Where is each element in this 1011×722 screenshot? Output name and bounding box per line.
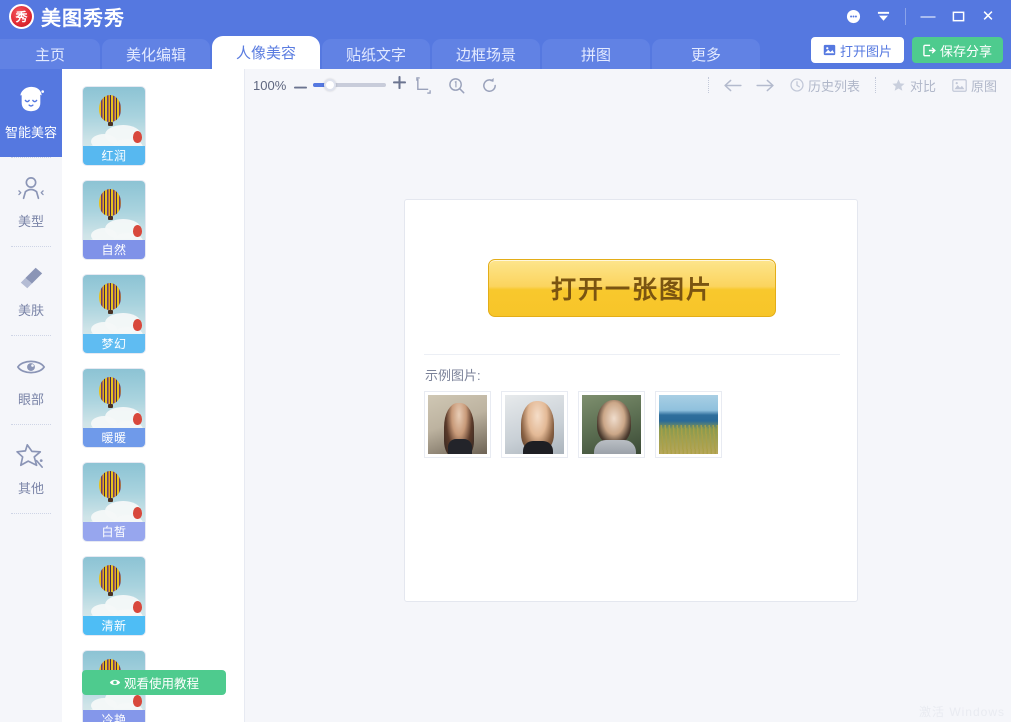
tab-bar: 主页 美化编辑 人像美容 贴纸文字 边框场景 拼图 更多 打开图片 保存分享 xyxy=(0,32,1011,69)
tab-home[interactable]: 主页 xyxy=(0,39,100,69)
tab-portrait-beauty[interactable]: 人像美容 xyxy=(212,36,320,69)
clock-icon xyxy=(790,78,804,92)
open-image-panel: 打开一张图片 示例图片: xyxy=(404,199,858,602)
zoom-percent-label: 100% xyxy=(253,78,286,93)
sidebar-label: 美肤 xyxy=(18,300,44,319)
magnifier-one-icon[interactable] xyxy=(440,69,473,101)
samples-label: 示例图片: xyxy=(425,365,481,384)
sidebar-item-skin[interactable]: 美肤 xyxy=(0,247,62,335)
preset-item[interactable]: 红润 xyxy=(82,86,146,166)
minimize-button[interactable]: — xyxy=(913,0,943,32)
eye-icon xyxy=(109,677,121,688)
star-icon xyxy=(891,78,906,92)
chat-bubble-icon[interactable] xyxy=(838,0,868,32)
canvas-toolbar: 100% xyxy=(245,69,1011,101)
app-logo: 秀 美图秀秀 xyxy=(9,2,125,31)
sidebar-label: 美型 xyxy=(18,211,44,230)
preset-item[interactable]: 梦幻 xyxy=(82,274,146,354)
sidebar-label: 其他 xyxy=(18,478,44,497)
windows-activation-watermark: 激活 Windows xyxy=(919,703,1005,720)
export-icon xyxy=(923,44,936,57)
sample-image-woman-long-hair[interactable] xyxy=(425,392,490,457)
eye-icon xyxy=(16,352,46,382)
close-button[interactable]: ✕ xyxy=(973,0,1003,32)
tab-actions: 打开图片 保存分享 xyxy=(811,37,1003,63)
original-image-label: 原图 xyxy=(971,76,997,95)
compare-button[interactable]: 对比 xyxy=(883,76,944,95)
zoom-in-button[interactable] xyxy=(391,76,407,94)
app-title: 美图秀秀 xyxy=(41,2,125,31)
titlebar-separator xyxy=(905,8,906,25)
panel-divider xyxy=(424,354,840,355)
preset-item[interactable]: 暖暖 xyxy=(82,368,146,448)
main-canvas-area: 100% xyxy=(245,69,1011,722)
maximize-button[interactable] xyxy=(943,0,973,32)
preset-grid: 红润 自然 梦幻 暖暖 xyxy=(62,86,245,722)
watch-tutorial-label: 观看使用教程 xyxy=(124,673,199,692)
preset-label: 梦幻 xyxy=(83,334,145,353)
preset-label: 白皙 xyxy=(83,522,145,541)
open-image-button[interactable]: 打开图片 xyxy=(811,37,904,63)
sample-image-woman-portrait[interactable] xyxy=(502,392,567,457)
rail-divider xyxy=(11,513,51,514)
zoom-out-button[interactable] xyxy=(292,76,308,94)
tab-frame-scene[interactable]: 边框场景 xyxy=(432,39,540,69)
body-shape-icon xyxy=(17,174,45,204)
app-window: 秀 美图秀秀 — ✕ 主页 美化编辑 人像美容 贴纸文字 边框场景 拼图 xyxy=(0,0,1011,722)
title-bar: 秀 美图秀秀 — ✕ xyxy=(0,0,1011,32)
titlebar-controls: — ✕ xyxy=(838,0,1003,32)
tab-more[interactable]: 更多 xyxy=(652,39,760,69)
sidebar-label: 智能美容 xyxy=(5,122,57,141)
tab-sticker-text[interactable]: 贴纸文字 xyxy=(322,39,430,69)
compare-label: 对比 xyxy=(910,76,936,95)
sidebar-item-body-shape[interactable]: 美型 xyxy=(0,158,62,246)
preset-label: 冷艳 xyxy=(83,710,145,722)
logo-badge-icon: 秀 xyxy=(9,4,34,29)
tab-beautify[interactable]: 美化编辑 xyxy=(102,39,210,69)
crop-icon[interactable] xyxy=(407,69,440,101)
face-beauty-icon xyxy=(15,85,47,115)
watch-tutorial-button[interactable]: 观看使用教程 xyxy=(82,670,226,695)
toolbar-separator xyxy=(708,77,709,93)
toolbar-separator xyxy=(875,77,876,93)
preset-item[interactable]: 自然 xyxy=(82,180,146,260)
image-icon xyxy=(952,79,967,92)
preset-label: 红润 xyxy=(83,146,145,165)
sidebar-item-eyes[interactable]: 眼部 xyxy=(0,336,62,424)
preset-label: 清新 xyxy=(83,616,145,635)
preset-item[interactable]: 白皙 xyxy=(82,462,146,542)
arrow-right-icon[interactable] xyxy=(749,69,782,101)
preset-label: 自然 xyxy=(83,240,145,259)
save-share-button[interactable]: 保存分享 xyxy=(912,37,1003,63)
tab-list: 主页 美化编辑 人像美容 贴纸文字 边框场景 拼图 更多 xyxy=(0,32,762,69)
presets-panel: 红润 自然 梦幻 暖暖 xyxy=(62,69,245,722)
save-share-label: 保存分享 xyxy=(940,41,992,60)
sample-image-child-portrait[interactable] xyxy=(579,392,644,457)
arrow-left-icon[interactable] xyxy=(716,69,749,101)
original-image-button[interactable]: 原图 xyxy=(944,76,1005,95)
refresh-icon[interactable] xyxy=(473,69,506,101)
canvas-toolbar-right: 历史列表 对比 原图 xyxy=(701,69,1005,101)
open-image-label: 打开图片 xyxy=(840,41,892,60)
preset-label: 暖暖 xyxy=(83,428,145,447)
sample-image-beach-grass[interactable] xyxy=(656,392,721,457)
left-rail: 智能美容 美型 美肤 xyxy=(0,69,62,722)
sidebar-label: 眼部 xyxy=(18,389,44,408)
sidebar-item-smart-beauty[interactable]: 智能美容 xyxy=(0,69,62,157)
chevron-down-icon[interactable] xyxy=(868,0,898,32)
magic-star-icon xyxy=(16,441,46,471)
picture-icon xyxy=(823,44,836,56)
preset-item[interactable]: 清新 xyxy=(82,556,146,636)
sidebar-item-other[interactable]: 其他 xyxy=(0,425,62,513)
history-list-label: 历史列表 xyxy=(808,76,860,95)
sample-image-list xyxy=(425,392,721,457)
history-list-button[interactable]: 历史列表 xyxy=(782,76,868,95)
open-one-image-button[interactable]: 打开一张图片 xyxy=(488,259,776,317)
zoom-slider[interactable] xyxy=(313,83,386,87)
brush-icon xyxy=(17,263,45,293)
tab-collage[interactable]: 拼图 xyxy=(542,39,650,69)
zoom-slider-knob[interactable] xyxy=(324,79,336,91)
